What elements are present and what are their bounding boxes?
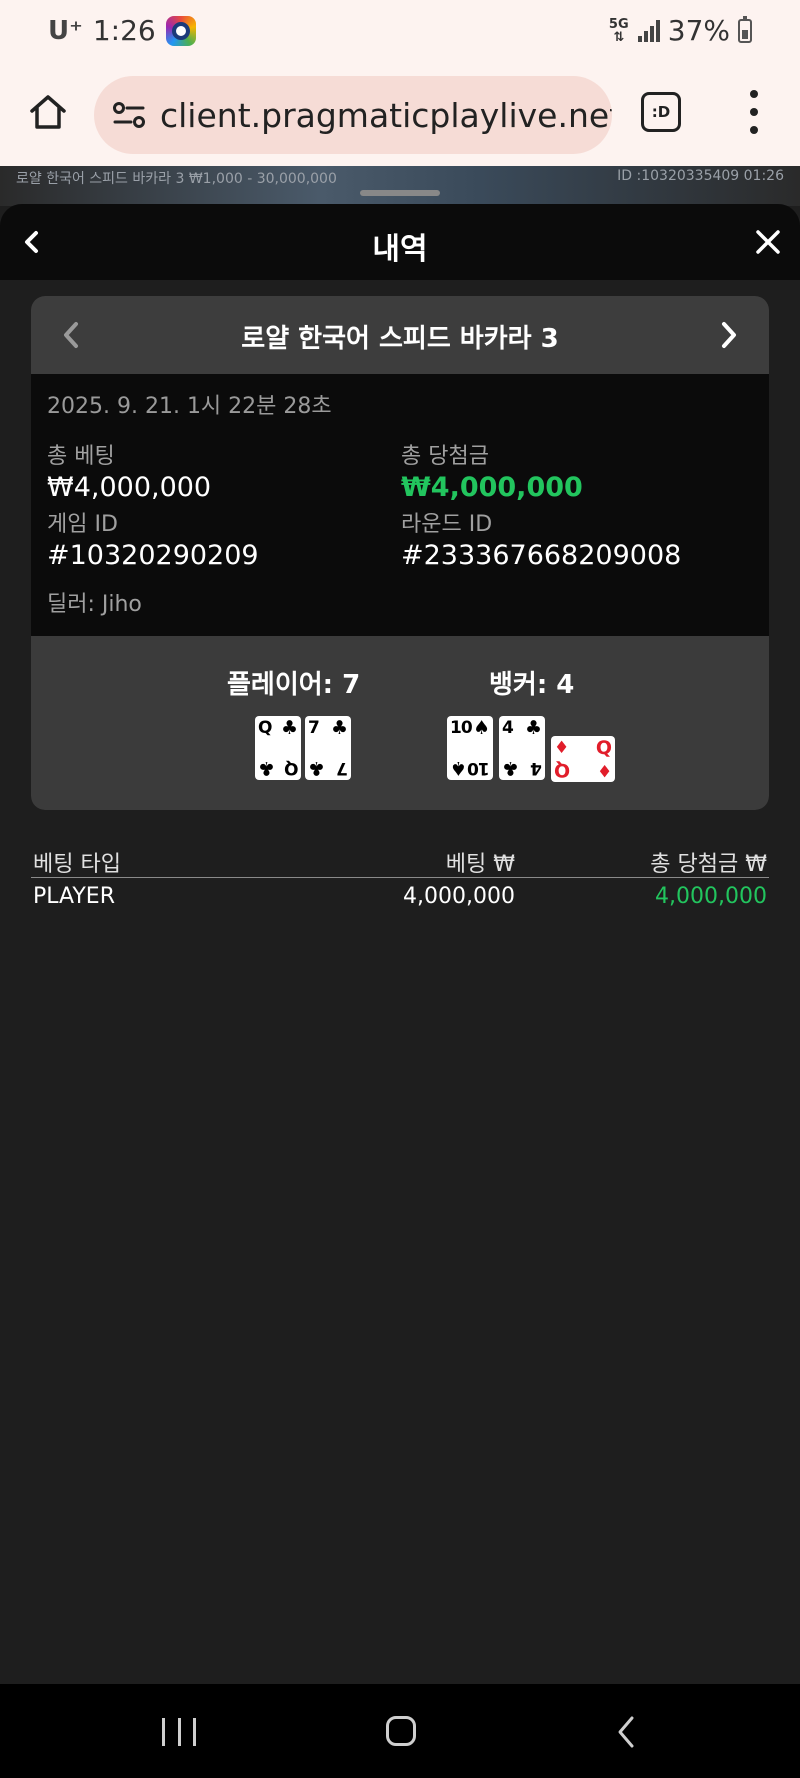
system-home-button[interactable] xyxy=(386,1716,416,1746)
url-text: client.pragmaticplaylive.net/c xyxy=(160,95,612,135)
carrier-label: U⁺ xyxy=(48,15,83,46)
network-5g-icon: 5G ⇅ xyxy=(608,16,629,45)
back-chevron-icon xyxy=(618,1716,634,1748)
menu-dot-icon xyxy=(750,126,758,134)
browser-toolbar: client.pragmaticplaylive.net/c :D xyxy=(0,66,800,166)
round-id-value: #233367668209008 xyxy=(401,540,682,571)
card-rank: Q xyxy=(595,737,612,759)
status-time: 1:26 xyxy=(92,14,156,47)
battery-percent: 37% xyxy=(667,14,730,47)
card-rank: 4 xyxy=(502,718,514,738)
home-button[interactable] xyxy=(28,92,68,132)
home-icon xyxy=(30,95,66,129)
card-suit-icon: ♣ xyxy=(330,717,348,739)
bets-table-header: 베팅 타입 베팅 ₩ 총 당첨금 ₩ xyxy=(31,840,769,878)
card-suit-icon: ♣ xyxy=(280,717,298,739)
card-suit-icon: ♣ xyxy=(308,757,326,779)
card-rank: 7 xyxy=(337,758,348,778)
playing-card: ♦ Q Q ♦ xyxy=(551,736,615,782)
background-table-name: 로얄 한국어 스피드 바카라 3 ₩1,000 - 30,000,000 xyxy=(16,171,337,187)
round-table-name: 로얄 한국어 스피드 바카라 3 xyxy=(241,324,559,354)
round-date: 2025. 9. 21. 1시 22분 28초 xyxy=(47,394,332,419)
total-bet-value: ₩4,000,000 xyxy=(47,472,212,503)
card-suit-icon: ♠ xyxy=(472,717,490,739)
card-rank: 10 xyxy=(468,758,490,778)
game-id-label: 게임 ID xyxy=(47,512,118,537)
bet-type-cell: PLAYER xyxy=(33,884,115,909)
card-rank: Q xyxy=(554,759,571,781)
next-round-button[interactable] xyxy=(715,320,743,350)
card-suit-icon: ♣ xyxy=(524,717,542,739)
menu-dot-icon xyxy=(750,108,758,116)
banker-score-label: 뱅커: 4 xyxy=(489,670,575,700)
tabs-button[interactable]: :D xyxy=(641,92,681,132)
modal-title: 내역 xyxy=(372,232,428,267)
url-bar[interactable]: client.pragmaticplaylive.net/c xyxy=(94,76,612,154)
card-rank: 10 xyxy=(450,718,473,738)
total-bet-label: 총 베팅 xyxy=(47,444,115,469)
history-modal: 내역 로얄 한국어 스피드 바카라 3 2025. 9. 21. 1시 22분 … xyxy=(0,204,800,1684)
card-suit-icon: ♠ xyxy=(450,757,468,779)
card-rank: 7 xyxy=(308,718,320,738)
bet-amount-cell: 4,000,000 xyxy=(403,884,515,909)
round-id-label: 라운드 ID xyxy=(401,512,493,537)
win-amount-header: 총 당첨금 ₩ xyxy=(650,852,767,877)
bets-table: 베팅 타입 베팅 ₩ 총 당첨금 ₩ PLAYER 4,000,000 4,00… xyxy=(31,840,769,918)
card-suit-icon: ♦ xyxy=(554,738,569,758)
round-result-panel: 플레이어: 7 뱅커: 4 Q ♣ ♣ Q 7 ♣ ♣ 7 10 ♠ ♠ 10 4 ♣ ♣ 4 ♦ Q Q ♦ xyxy=(31,636,769,810)
overflow-menu-button[interactable] xyxy=(742,90,766,134)
card-suit-icon: ♣ xyxy=(258,757,276,779)
dealer-name: 딜러: Jiho xyxy=(47,592,142,617)
background-game-id: ID :10320335409 01:26 xyxy=(617,168,784,184)
site-settings-icon[interactable] xyxy=(112,100,146,130)
recent-apps-button[interactable] xyxy=(162,1718,196,1746)
status-right: 5G ⇅ 37% xyxy=(608,14,752,47)
drag-handle[interactable] xyxy=(360,190,440,196)
modal-close-button[interactable] xyxy=(754,228,782,256)
card-rank: Q xyxy=(258,718,272,738)
round-card: 로얄 한국어 스피드 바카라 3 2025. 9. 21. 1시 22분 28초… xyxy=(31,296,769,810)
app-notification-icon xyxy=(165,15,196,46)
system-nav-bar xyxy=(0,1684,800,1778)
menu-dot-icon xyxy=(750,90,758,98)
card-rank: Q xyxy=(284,758,298,778)
round-card-header: 로얄 한국어 스피드 바카라 3 xyxy=(31,296,769,374)
modal-header: 내역 xyxy=(0,204,800,280)
card-rank: 4 xyxy=(531,758,542,778)
table-row: PLAYER 4,000,000 4,000,000 xyxy=(31,878,769,918)
playing-card: 4 ♣ ♣ 4 xyxy=(499,716,545,780)
bet-amount-header: 베팅 ₩ xyxy=(445,852,515,877)
game-background-strip: 로얄 한국어 스피드 바카라 3 ₩1,000 - 30,000,000 ID … xyxy=(0,166,800,206)
card-suit-icon: ♣ xyxy=(502,757,520,779)
close-icon xyxy=(756,230,780,254)
card-suit-icon: ♦ xyxy=(597,760,612,780)
playing-card: 10 ♠ ♠ 10 xyxy=(447,716,493,780)
playing-card: 7 ♣ ♣ 7 xyxy=(305,716,351,780)
playing-card: Q ♣ ♣ Q xyxy=(255,716,301,780)
player-score-label: 플레이어: 7 xyxy=(227,670,361,700)
status-bar: U⁺ 1:26 5G ⇅ 37% xyxy=(0,0,800,66)
bet-type-header: 베팅 타입 xyxy=(33,852,121,877)
chevron-right-icon xyxy=(722,322,736,348)
battery-icon xyxy=(738,15,752,43)
signal-icon xyxy=(637,19,660,42)
total-win-label: 총 당첨금 xyxy=(401,444,489,469)
win-amount-cell: 4,000,000 xyxy=(655,884,767,909)
total-win-value: ₩4,000,000 xyxy=(401,472,583,503)
system-back-button[interactable] xyxy=(612,1714,642,1750)
game-id-value: #10320290209 xyxy=(47,540,259,571)
status-left: U⁺ 1:26 xyxy=(48,14,196,47)
